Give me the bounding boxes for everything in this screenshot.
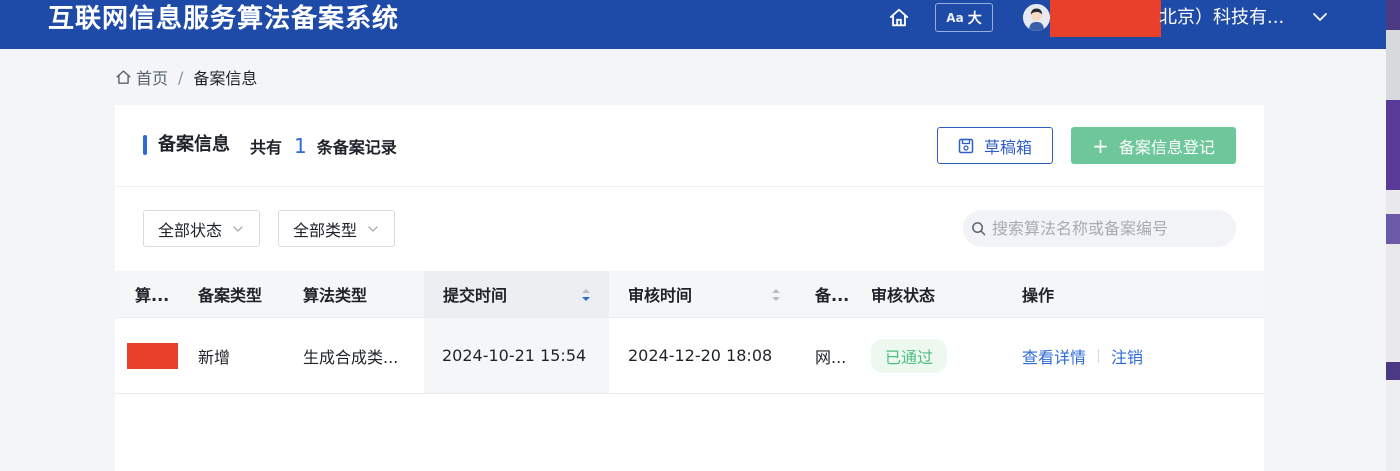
status-filter-select[interactable]: 全部状态	[143, 210, 260, 247]
filing-col-cell: 网...	[815, 347, 847, 367]
column-header-filing-type[interactable]: 备案类型	[198, 271, 288, 317]
redacted-user-name	[1050, 0, 1161, 37]
type-filter-value: 全部类型	[293, 220, 358, 240]
app-title: 互联网信息服务算法备案系统	[48, 4, 400, 34]
user-name[interactable]: 北京）科技有...	[1159, 6, 1284, 30]
breadcrumb-home-link[interactable]: 首页	[136, 65, 168, 89]
column-header-operations: 操作	[1022, 286, 1055, 305]
register-button-label: 备案信息登记	[1118, 137, 1215, 157]
chevron-down-icon	[233, 225, 243, 232]
sort-icon[interactable]	[581, 287, 591, 303]
filing-type-cell: 新增	[198, 347, 231, 367]
side-window-strip	[1386, 0, 1400, 471]
redacted-algorithm-name	[127, 342, 178, 369]
cancel-filing-link[interactable]: 注销	[1111, 344, 1143, 368]
filing-table: 算... 备案类型 算法类型 提交时间 审核时间 备... 审核状态 操作 新增…	[115, 271, 1264, 394]
algorithm-type-cell: 生成合成类...	[303, 347, 399, 367]
view-details-link[interactable]: 查看详情	[1022, 344, 1086, 368]
home-icon	[889, 8, 909, 27]
operations-cell: 查看详情 注销	[1022, 318, 1202, 393]
submit-time-cell: 2024-10-21 15:54	[424, 318, 609, 393]
operation-divider	[1098, 348, 1100, 363]
home-icon	[116, 69, 131, 84]
record-count: 共有 1 条备案记录	[250, 135, 397, 159]
count-suffix: 条备案记录	[316, 138, 397, 157]
search-icon	[972, 222, 986, 236]
review-time-cell: 2024-12-20 18:08	[628, 346, 773, 365]
table-header: 算... 备案类型 算法类型 提交时间 审核时间 备... 审核状态 操作	[115, 271, 1264, 318]
avatar-icon	[1023, 4, 1050, 31]
table-row[interactable]: 新增 生成合成类... 2024-10-21 15:54 2024-12-20 …	[115, 318, 1264, 394]
breadcrumb-current: 备案信息	[193, 69, 258, 88]
column-header-algorithm-type[interactable]: 算法类型	[303, 271, 413, 317]
user-avatar[interactable]	[1023, 4, 1050, 31]
card-title: 备案信息	[158, 134, 230, 155]
submit-time-header-label: 提交时间	[443, 286, 508, 305]
column-header-algorithm-name[interactable]: 算...	[135, 271, 180, 317]
search-box[interactable]	[963, 210, 1236, 247]
page: 互联网信息服务算法备案系统 Aa 大 北京）科技有... 首页 / 备案信息 备…	[0, 0, 1400, 471]
title-accent-bar	[143, 135, 147, 155]
type-filter-select[interactable]: 全部类型	[278, 210, 395, 247]
drafts-button[interactable]: 草稿箱	[937, 127, 1053, 164]
count-number: 1	[294, 134, 307, 158]
algorithm-name-cell	[127, 318, 178, 393]
chevron-down-icon	[368, 225, 378, 232]
search-input[interactable]	[992, 219, 1222, 238]
user-menu-button[interactable]	[1311, 8, 1329, 26]
card-header: 备案信息 共有 1 条备案记录 草稿箱 + 备案信息登记	[115, 105, 1264, 187]
column-header-filing-col[interactable]: 备...	[815, 271, 860, 317]
status-filter-value: 全部状态	[158, 220, 223, 240]
sort-icon[interactable]	[771, 287, 781, 303]
filing-card: 备案信息 共有 1 条备案记录 草稿箱 + 备案信息登记 全部状态 全部类型 搜…	[115, 105, 1264, 471]
plus-icon: +	[1092, 133, 1109, 158]
home-button[interactable]	[888, 7, 910, 29]
font-size-big-label: 大	[967, 10, 982, 27]
column-header-review-status[interactable]: 审核状态	[871, 271, 961, 317]
drafts-button-label: 草稿箱	[983, 137, 1032, 157]
font-size-aa-label: Aa	[946, 10, 964, 25]
status-badge: 已通过	[871, 338, 948, 373]
font-size-toggle-button[interactable]: Aa 大	[935, 3, 993, 32]
breadcrumb-separator: /	[178, 67, 184, 87]
review-status-cell: 已通过	[871, 318, 991, 393]
breadcrumb: 首页 / 备案信息	[115, 66, 257, 88]
save-icon	[958, 138, 974, 153]
register-filing-button[interactable]: + 备案信息登记	[1071, 127, 1236, 164]
count-prefix: 共有	[250, 138, 283, 157]
column-header-review-time[interactable]: 审核时间	[609, 271, 781, 317]
chevron-down-icon	[1313, 13, 1327, 21]
review-time-header-label: 审核时间	[628, 286, 693, 305]
top-bar: 互联网信息服务算法备案系统 Aa 大 北京）科技有...	[0, 0, 1386, 49]
column-header-submit-time[interactable]: 提交时间	[424, 271, 609, 317]
